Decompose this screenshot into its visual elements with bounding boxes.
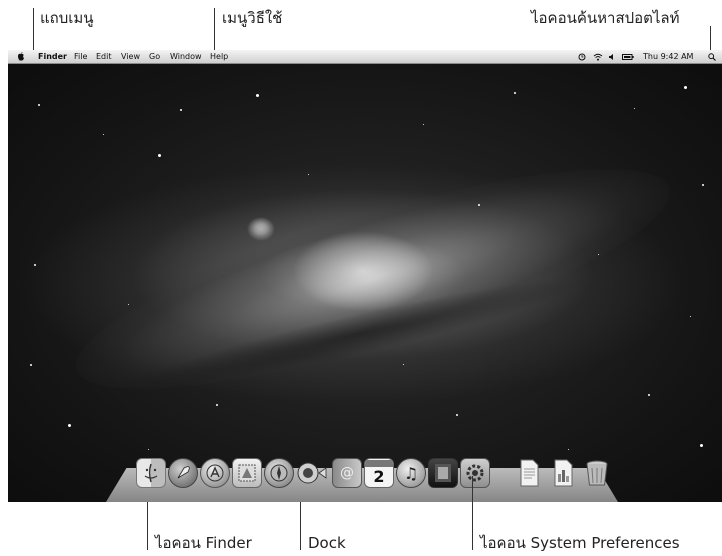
star — [403, 364, 404, 365]
contacts-icon[interactable]: @ — [332, 458, 362, 488]
callout-spotlight-icon: ไอคอนค้นหาสปอตไลท์ — [531, 9, 680, 27]
star — [256, 94, 259, 97]
apple-menu-icon[interactable] — [17, 52, 25, 61]
wifi-icon[interactable] — [593, 53, 603, 61]
menu-help[interactable]: Help — [210, 50, 228, 63]
at-sign-icon: @ — [340, 465, 354, 481]
callout-line-menu-bar — [33, 8, 34, 52]
menu-window[interactable]: Window — [170, 50, 202, 63]
finder-icon[interactable] — [136, 458, 166, 488]
calendar-header — [365, 459, 393, 467]
star — [180, 109, 182, 111]
text-document-icon — [520, 459, 539, 487]
star — [34, 264, 36, 266]
music-note-icon: ♫ — [403, 463, 419, 483]
star — [690, 316, 691, 317]
time-machine-icon[interactable] — [578, 53, 586, 61]
desktop-wallpaper — [8, 64, 722, 502]
star — [148, 449, 149, 450]
document-icon[interactable] — [514, 458, 544, 488]
calendar-icon[interactable]: 2 — [364, 458, 394, 488]
mail-icon[interactable] — [232, 458, 262, 488]
film-strip-icon — [435, 464, 451, 482]
star — [456, 414, 458, 416]
mac-screen: Finder File Edit View Go Window Help Thu… — [8, 50, 722, 502]
star — [30, 364, 32, 366]
star — [648, 394, 650, 396]
callout-line-system-preferences — [472, 476, 473, 550]
star — [634, 108, 635, 109]
callout-line-finder — [147, 502, 148, 550]
star — [684, 86, 687, 89]
callout-menu-bar: แถบเมนู — [40, 9, 94, 27]
menu-go[interactable]: Go — [149, 50, 160, 63]
camera-icon — [297, 462, 327, 484]
trash-can-icon — [586, 460, 608, 486]
star — [216, 404, 218, 406]
menu-finder[interactable]: Finder — [38, 50, 67, 63]
launchpad-icon[interactable] — [168, 458, 198, 488]
star — [423, 124, 424, 125]
callout-line-spotlight — [710, 26, 711, 52]
star — [103, 134, 104, 135]
calendar-day: 2 — [373, 466, 385, 486]
app-store-a-icon — [206, 464, 224, 482]
finder-face-icon — [144, 463, 158, 483]
star — [514, 92, 516, 94]
callout-system-preferences-icon: ไอคอน System Preferences — [480, 534, 680, 552]
system-preferences-icon[interactable] — [460, 458, 490, 488]
app-store-icon[interactable] — [200, 458, 230, 488]
star — [598, 254, 599, 255]
star — [158, 154, 161, 157]
star — [128, 304, 129, 305]
compass-icon — [270, 464, 288, 482]
photo-booth-icon[interactable] — [428, 458, 458, 488]
callout-line-help-menu — [214, 8, 215, 52]
menubar-clock[interactable]: Thu 9:42 AM — [643, 50, 693, 63]
rocket-icon — [177, 466, 190, 479]
star — [38, 104, 40, 106]
star — [68, 424, 71, 427]
itunes-icon[interactable]: ♫ — [396, 458, 426, 488]
star — [700, 444, 703, 447]
star — [478, 204, 480, 206]
menu-edit[interactable]: Edit — [96, 50, 112, 63]
star — [308, 174, 309, 175]
menu-bar: Finder File Edit View Go Window Help Thu… — [8, 50, 722, 64]
callout-help-menu: เมนูวิธีใช้ — [222, 9, 283, 27]
menu-view[interactable]: View — [121, 50, 140, 63]
safari-icon[interactable] — [264, 458, 294, 488]
battery-icon[interactable] — [622, 54, 634, 60]
menu-file[interactable]: File — [74, 50, 87, 63]
callout-dock: Dock — [308, 534, 346, 552]
callout-finder-icon: ไอคอน Finder — [155, 534, 252, 552]
stamp-icon — [238, 464, 256, 482]
document-icon[interactable] — [548, 458, 578, 488]
gear-icon — [466, 464, 484, 482]
chart-document-icon — [554, 459, 573, 487]
facetime-icon[interactable] — [296, 458, 328, 488]
star — [568, 449, 569, 450]
trash-icon[interactable] — [582, 458, 612, 488]
star — [702, 184, 704, 186]
volume-icon[interactable] — [608, 53, 615, 61]
callout-line-dock — [300, 502, 301, 550]
spotlight-icon[interactable] — [708, 53, 716, 61]
